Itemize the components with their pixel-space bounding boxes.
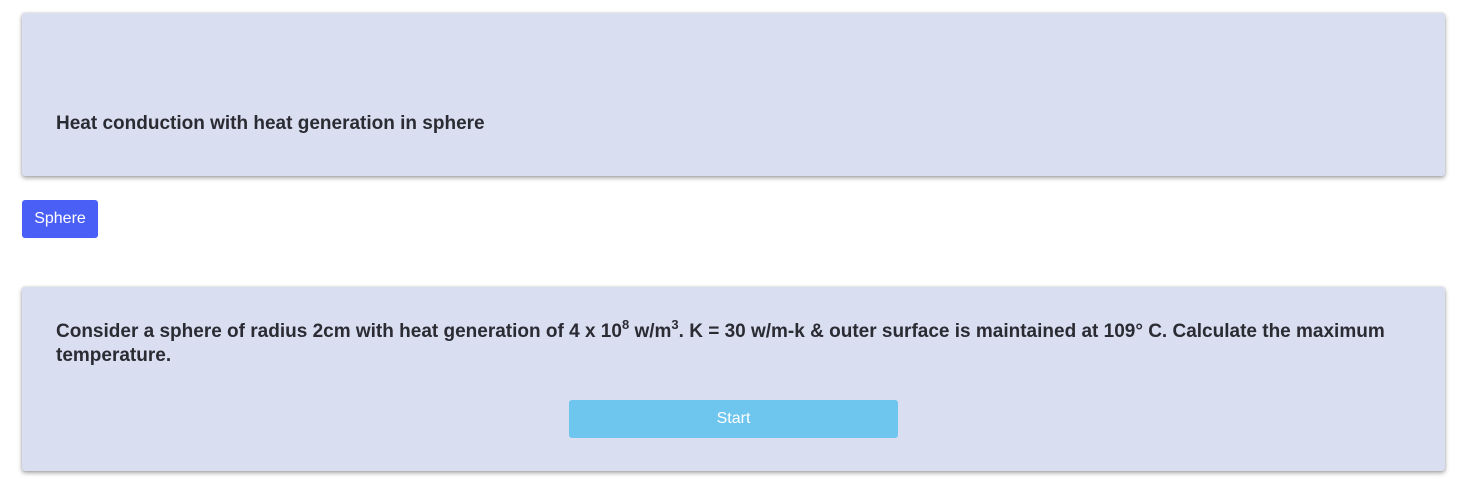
page-title: Heat conduction with heat generation in … [56, 113, 485, 134]
sphere-tag-button[interactable]: Sphere [22, 200, 98, 238]
title-card: Heat conduction with heat generation in … [22, 13, 1445, 176]
question-card: Consider a sphere of radius 2cm with hea… [22, 287, 1445, 471]
question-text-part1: Consider a sphere of radius 2cm with hea… [56, 321, 622, 342]
page: Heat conduction with heat generation in … [0, 0, 1459, 479]
question-text-part2: w/m [629, 321, 672, 342]
start-button[interactable]: Start [569, 400, 898, 438]
question-text: Consider a sphere of radius 2cm with hea… [56, 317, 1416, 368]
question-exponent-2: 3 [671, 317, 679, 332]
